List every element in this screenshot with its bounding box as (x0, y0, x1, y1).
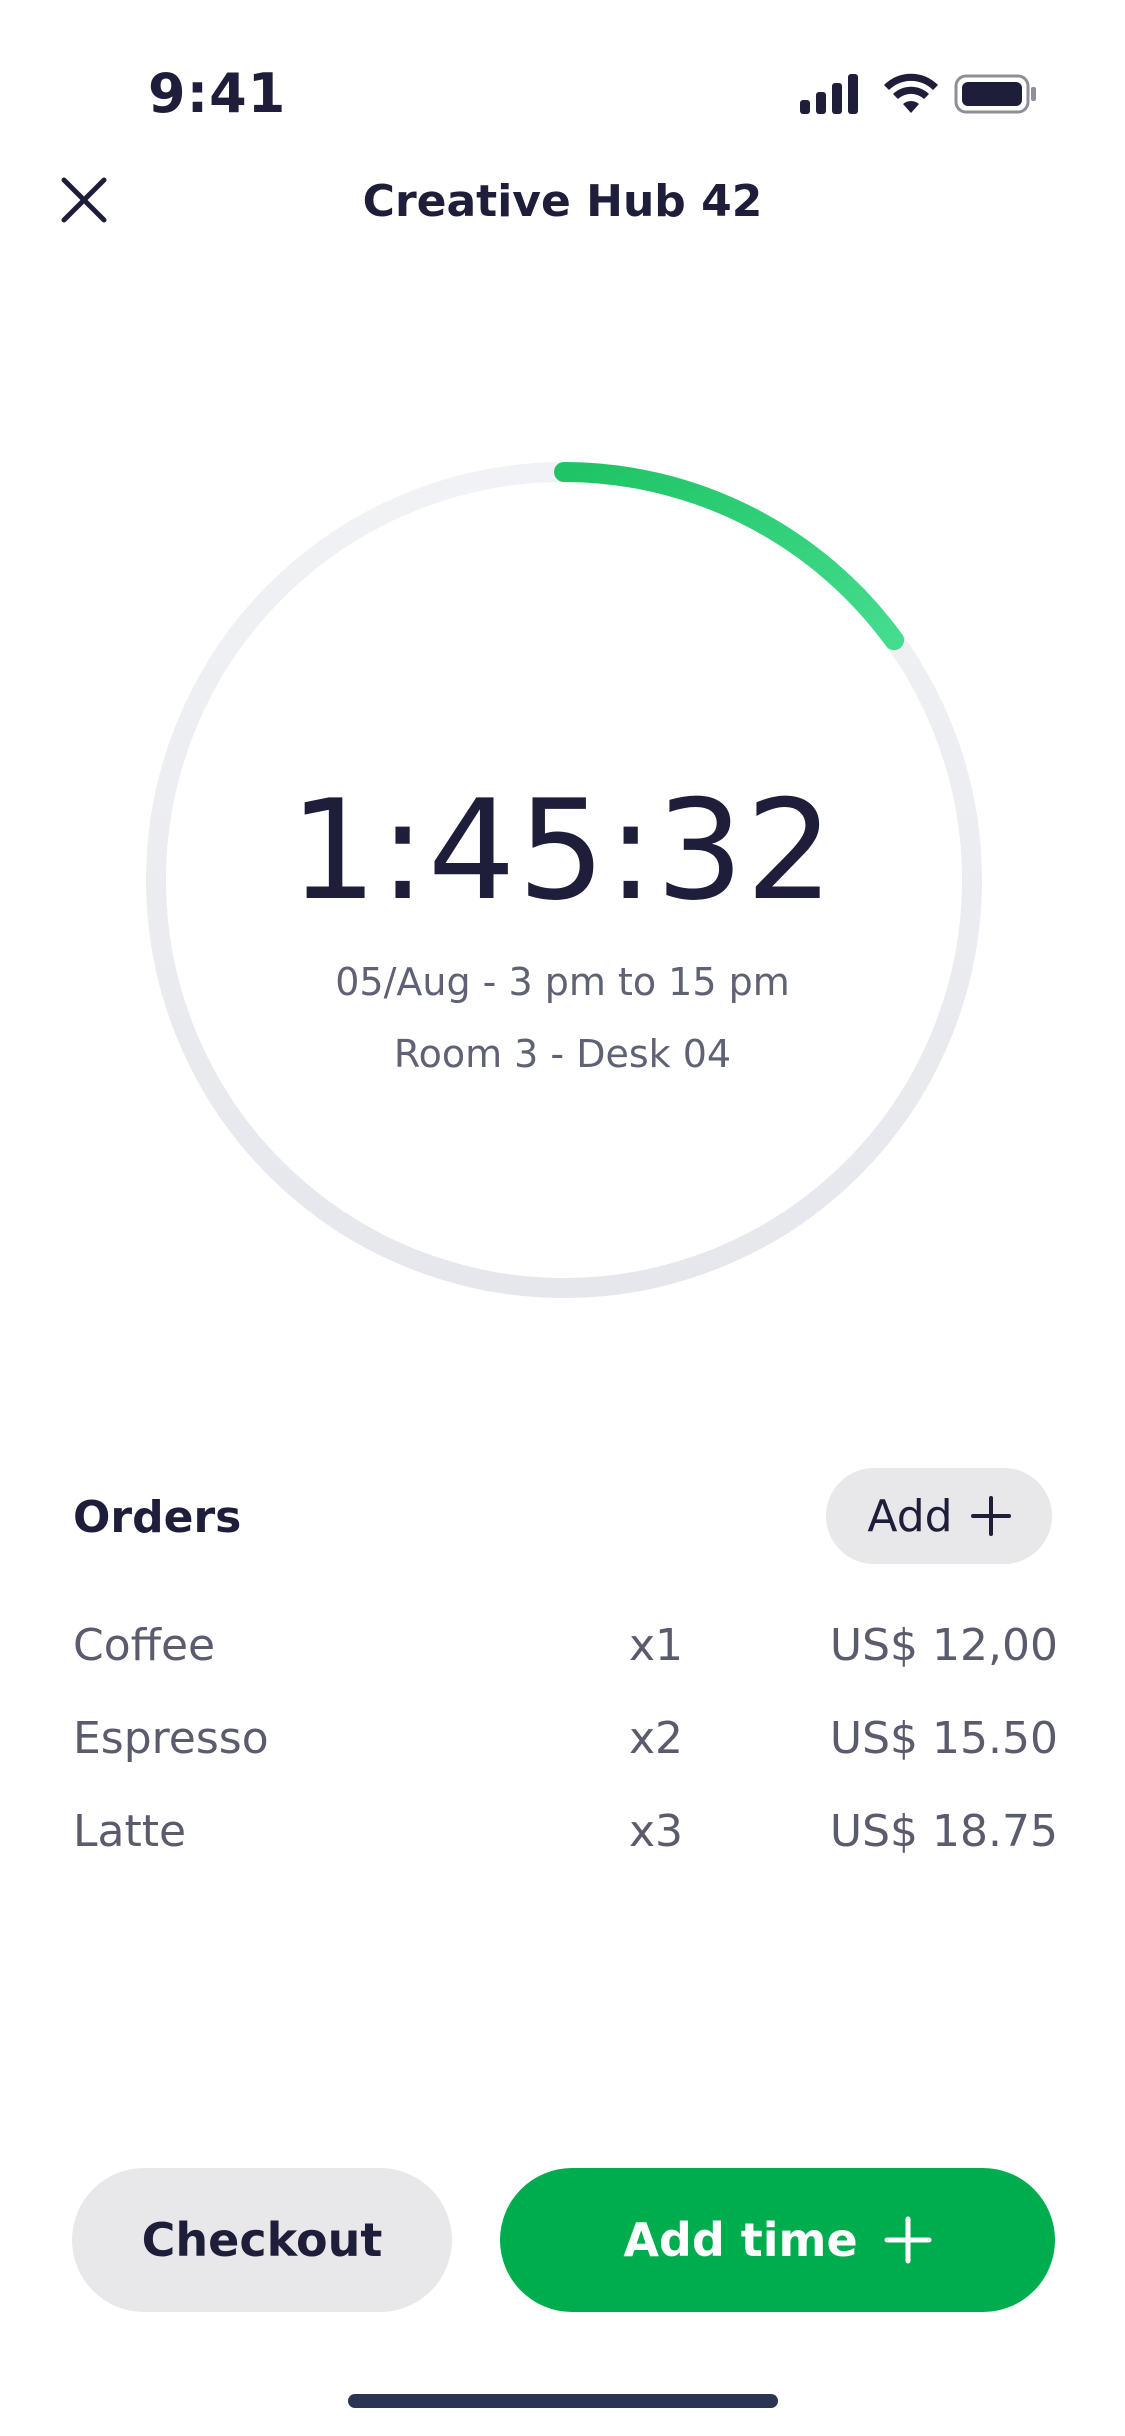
home-indicator (348, 2394, 778, 2408)
order-item-price: US$ 12,00 (829, 1620, 1058, 1671)
session-screen: 9:41 Creative Hub 42 1:45:32 05/Aug - 3 … (0, 0, 1125, 2436)
order-list: Coffee x1 US$ 12,00 Espresso x2 US$ 15.5… (73, 1620, 1058, 1899)
booking-location: Room 3 - Desk 04 (393, 1032, 732, 1076)
add-time-label: Add time (623, 2213, 858, 2267)
orders-heading: Orders (73, 1492, 242, 1543)
order-row: Coffee x1 US$ 12,00 (73, 1620, 1058, 1713)
add-order-button[interactable]: Add (826, 1468, 1052, 1564)
wifi-icon (884, 73, 938, 113)
battery-icon (954, 74, 1036, 114)
cellular-signal-icon (800, 74, 858, 114)
status-time: 9:41 (148, 62, 287, 125)
order-item-price: US$ 18.75 (829, 1806, 1058, 1857)
order-item-quantity: x3 (628, 1806, 683, 1857)
order-row: Espresso x2 US$ 15.50 (73, 1713, 1058, 1806)
add-order-label: Add (867, 1490, 953, 1542)
booking-date-range: 05/Aug - 3 pm to 15 pm (335, 960, 790, 1004)
status-icons (800, 73, 1040, 124)
order-item-name: Espresso (73, 1713, 269, 1764)
timer-remaining: 1:45:32 (289, 770, 836, 931)
order-item-name: Coffee (73, 1620, 216, 1671)
order-row: Latte x3 US$ 18.75 (73, 1806, 1058, 1899)
plus-icon (970, 1496, 1011, 1536)
order-item-quantity: x2 (628, 1713, 683, 1764)
order-item-quantity: x1 (628, 1620, 683, 1671)
add-time-button[interactable]: Add time (500, 2168, 1055, 2312)
checkout-button[interactable]: Checkout (72, 2168, 452, 2312)
plus-icon (884, 2216, 932, 2264)
page-title: Creative Hub 42 (362, 176, 763, 227)
timer-ring-progress (554, 462, 905, 651)
order-item-name: Latte (73, 1806, 187, 1857)
order-item-price: US$ 15.50 (829, 1713, 1058, 1764)
